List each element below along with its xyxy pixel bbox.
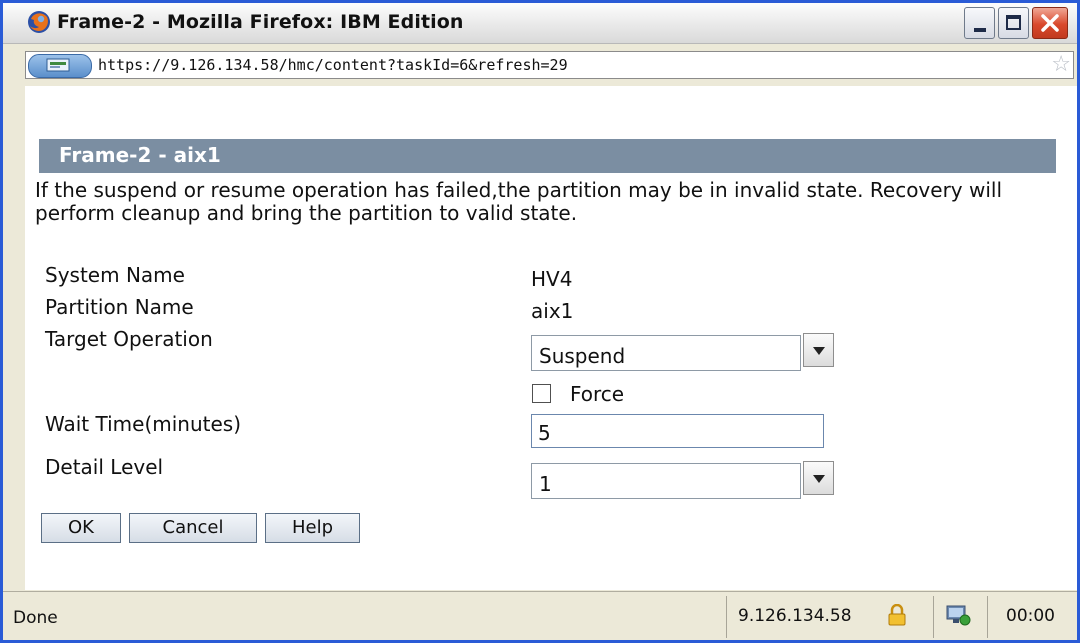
target-operation-label: Target Operation — [45, 327, 213, 351]
ok-button[interactable]: OK — [41, 513, 121, 543]
site-identity-icon — [46, 58, 70, 72]
partition-name-label: Partition Name — [45, 295, 194, 319]
target-operation-select[interactable]: Suspend — [531, 335, 801, 371]
url-field[interactable]: https://9.126.134.58/hmc/content?taskId=… — [25, 51, 1074, 79]
page-content: Frame-2 - aix1 If the suspend or resume … — [25, 86, 1077, 590]
firefox-icon — [28, 11, 50, 33]
wait-time-value: 5 — [538, 421, 551, 445]
maximize-button[interactable] — [998, 7, 1029, 39]
help-button[interactable]: Help — [265, 513, 360, 543]
status-bar: Done 9.126.134.58 00:00 — [3, 591, 1077, 640]
browser-window: Frame-2 - Mozilla Firefox: IBM Edition h… — [0, 0, 1080, 643]
maximize-icon — [1006, 15, 1021, 30]
status-separator — [933, 596, 934, 638]
detail-level-value: 1 — [539, 472, 552, 496]
wait-time-input[interactable]: 5 — [531, 414, 824, 448]
url-text: https://9.126.134.58/hmc/content?taskId=… — [98, 56, 568, 74]
window-title: Frame-2 - Mozilla Firefox: IBM Edition — [57, 11, 464, 33]
force-label[interactable]: Force — [570, 382, 624, 406]
site-identity-button[interactable] — [28, 54, 92, 78]
target-operation-value: Suspend — [539, 344, 626, 368]
status-text: Done — [13, 608, 58, 628]
status-time: 00:00 — [1006, 606, 1055, 626]
target-operation-dropdown-icon[interactable] — [803, 333, 834, 367]
network-icon[interactable] — [945, 603, 971, 627]
status-separator — [726, 596, 727, 638]
system-name-label: System Name — [45, 263, 185, 287]
detail-level-label: Detail Level — [45, 455, 164, 479]
status-separator — [987, 596, 988, 638]
address-bar: https://9.126.134.58/hmc/content?taskId=… — [3, 44, 1077, 86]
system-name-value: HV4 — [531, 267, 573, 291]
close-icon — [1041, 14, 1059, 32]
detail-level-dropdown-icon[interactable] — [803, 461, 834, 495]
bookmark-star-icon[interactable]: ☆ — [1051, 52, 1071, 78]
panel-header: Frame-2 - aix1 — [39, 139, 1056, 173]
panel-title: Frame-2 - aix1 — [59, 143, 221, 167]
description-text: If the suspend or resume operation has f… — [35, 178, 1003, 225]
close-button[interactable] — [1032, 7, 1068, 39]
wait-time-label: Wait Time(minutes) — [45, 412, 242, 436]
minimize-button[interactable] — [964, 7, 995, 39]
lock-icon[interactable] — [887, 604, 907, 626]
cancel-button[interactable]: Cancel — [129, 513, 257, 543]
title-bar[interactable]: Frame-2 - Mozilla Firefox: IBM Edition — [3, 3, 1077, 44]
status-host: 9.126.134.58 — [738, 606, 852, 626]
partition-name-value: aix1 — [531, 299, 574, 323]
minimize-icon — [974, 28, 986, 32]
detail-level-select[interactable]: 1 — [531, 463, 801, 499]
force-checkbox[interactable] — [532, 384, 551, 403]
